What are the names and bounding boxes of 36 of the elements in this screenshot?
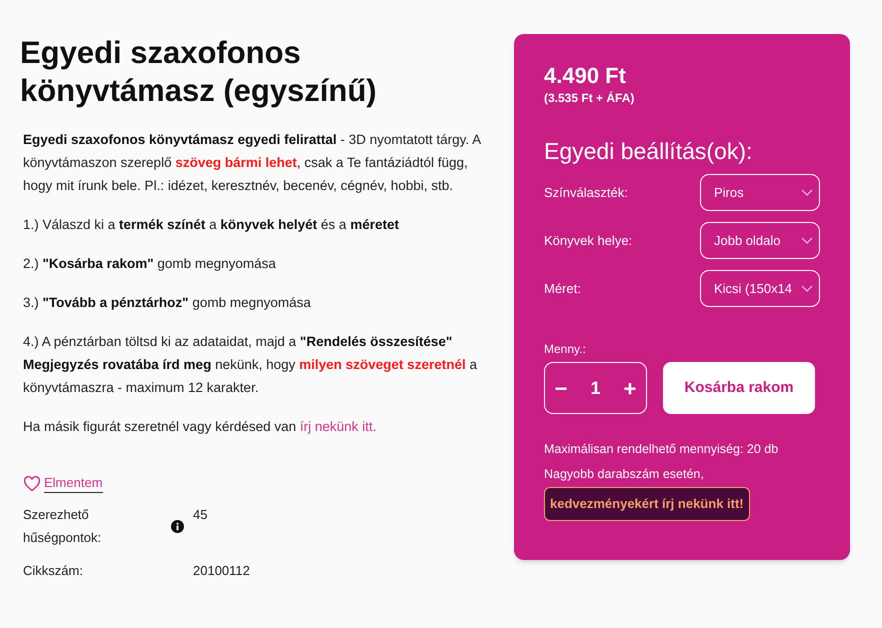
chevron-down-icon[interactable] [801, 236, 813, 244]
bulk-note: Nagyobb darabszám esetén, [544, 466, 705, 483]
description-paragraph: 3.) "Tovább a pénztárhoz" gomb megnyomása [22, 294, 312, 312]
contact-link[interactable]: írj nekünk itt. [300, 419, 376, 434]
net-price: (3.535 Ft + ÁFA) [544, 90, 636, 106]
info-icon[interactable] [171, 520, 184, 532]
option-select[interactable]: Kicsi (150x14 [700, 270, 820, 307]
quantity-label: Menny.: [544, 341, 587, 358]
option-select[interactable]: Piros [700, 174, 820, 211]
description-paragraph: Ha másik figurát szeretnél vagy kérdésed van írj nekünk itt. [22, 418, 378, 436]
save-link[interactable]: Elmentem [44, 474, 103, 493]
add-to-cart-button[interactable]: Kosárba rakom [663, 362, 815, 414]
chevron-down-icon[interactable] [801, 284, 813, 292]
detail-value: 45 [193, 506, 208, 524]
discount-link[interactable]: kedvezményekért írj nekünk itt! [544, 487, 750, 520]
decrement-button[interactable]: − [549, 372, 573, 404]
description-paragraph: 1.) Válaszd ki a termék színét a könyvek helyét és a méretet [22, 216, 400, 234]
options-title: Egyedi beállítás(ok): [544, 137, 754, 166]
detail-label: Cikkszám: [23, 562, 84, 580]
detail-value: 20100112 [193, 562, 250, 580]
description-paragraph: 4.) A pénztárban töltsd ki az adataidat, majd a "Rendelés összesítése" Megjegyzés rovatába írd meg nekünk, hogy milyen szöveget szeretnél a könyvtámaszra - maximum 12 karakter. [22, 333, 478, 397]
price: 4.490 Ft [544, 62, 627, 90]
increment-button[interactable]: + [618, 372, 642, 404]
option-select[interactable]: Jobb oldalo [700, 222, 820, 259]
detail-label: Szerezhető hűségpontok: [23, 506, 102, 547]
quantity-stepper[interactable]: − 1 + [544, 362, 647, 414]
description-paragraph: 2.) "Kosárba rakom" gomb megnyomása [22, 255, 277, 273]
quantity-value: 1 [590, 376, 600, 400]
heart-icon[interactable] [23, 476, 41, 492]
product-title: Egyedi szaxofonos könyvtámasz (egyszínű) [20, 34, 378, 110]
option-label: Könyvek helye: [544, 232, 632, 250]
option-label: Színválaszték: [544, 184, 628, 202]
description-paragraph: Egyedi szaxofonos könyvtámasz egyedi felirattal - 3D nyomtatott tárgy. A könyvtámaszon szereplő szöveg bármi lehet, csak a Te fantáziádtól függ, hogy mit írunk bele. Pl.: idézet, keresztnév, becenév, cégnév, hobbi, stb. [22, 131, 482, 195]
option-label: Méret: [544, 280, 581, 298]
chevron-down-icon[interactable] [801, 188, 813, 196]
max-quantity-note: Maximálisan rendelhető mennyiség: 20 db [544, 441, 780, 458]
